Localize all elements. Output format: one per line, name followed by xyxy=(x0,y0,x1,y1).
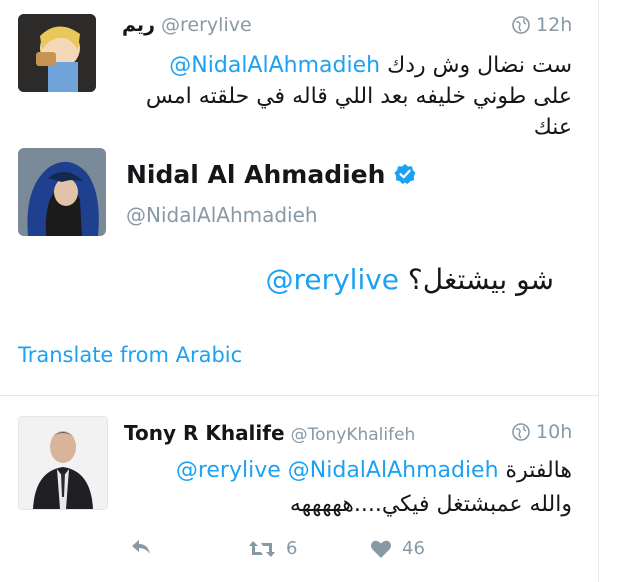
tweet1-line3: عنك xyxy=(533,115,572,140)
like-button[interactable]: 46 xyxy=(370,538,425,559)
avatar-tony[interactable] xyxy=(18,416,108,510)
globe-icon xyxy=(512,16,530,34)
translate-link[interactable]: Translate from Arabic xyxy=(18,343,242,367)
tweet3-mention-nidal[interactable]: @NidalAlAhmadieh xyxy=(288,458,499,483)
tweet2-handle[interactable]: @NidalAlAhmadieh xyxy=(126,203,318,227)
tweet1-mention[interactable]: @NidalAlAhmadieh xyxy=(169,53,380,78)
globe-icon xyxy=(512,423,530,441)
retweet-button[interactable]: 6 xyxy=(248,538,297,559)
retweet-icon xyxy=(249,540,275,557)
tweet1-name[interactable]: ريم xyxy=(122,14,155,36)
tweet3-line2: والله عمبشتغل فيكي....هههههه xyxy=(289,492,572,517)
tweet2-text-arabic: شو بيشتغل؟ xyxy=(407,263,554,296)
tweet1-time-block: 12h xyxy=(512,14,572,36)
tweet1-text: ست نضال وش ردك @NidalAlAhmadieh على طوني… xyxy=(102,50,572,143)
avatar-nidal[interactable] xyxy=(18,148,106,236)
tweet3-text: هالفترة @NidalAlAhmadieh @rerylive والله… xyxy=(112,454,572,522)
like-count: 46 xyxy=(402,538,425,559)
tweet1-handle[interactable]: @rerylive xyxy=(161,14,252,36)
tweet1-line2: على طوني خليفه بعد اللي قاله في حلقته ام… xyxy=(145,84,572,109)
avatar-reem[interactable] xyxy=(18,14,96,92)
retweet-count: 6 xyxy=(286,538,298,559)
tweet3-time-block: 10h xyxy=(512,421,572,443)
tweet3-name[interactable]: Tony R Khalife xyxy=(124,421,285,445)
verified-badge-icon xyxy=(394,164,416,184)
tweet3-time[interactable]: 10h xyxy=(536,421,572,443)
tweet3-header: Tony R Khalife @TonyKhalifeh xyxy=(124,421,415,445)
tweet3-mention-rerylive[interactable]: @rerylive xyxy=(176,458,281,483)
divider xyxy=(0,395,598,396)
tweet2-text: شو بيشتغل؟ @rerylive xyxy=(265,263,554,296)
tweet-thread: ريم @rerylive 12h ست نضال وش ردك @NidalA… xyxy=(0,0,599,582)
tweet3-line1-text: هالفترة xyxy=(505,458,572,483)
tweet2-name[interactable]: Nidal Al Ahmadieh xyxy=(126,160,385,189)
tweet3-handle[interactable]: @TonyKhalifeh xyxy=(291,425,416,445)
tweet3-line1: هالفترة @NidalAlAhmadieh @rerylive xyxy=(112,454,572,488)
tweet1-line1-text: ست نضال وش ردك xyxy=(387,53,572,78)
tweet1-time[interactable]: 12h xyxy=(536,14,572,36)
reply-button[interactable] xyxy=(130,538,152,556)
reply-icon xyxy=(132,540,150,554)
heart-icon xyxy=(371,540,391,558)
tweet1-line1: ست نضال وش ردك @NidalAlAhmadieh xyxy=(102,50,572,81)
tweet1-header: ريم @rerylive xyxy=(122,14,252,36)
tweet2-mention[interactable]: @rerylive xyxy=(265,263,399,296)
tweet2-name-row: Nidal Al Ahmadieh xyxy=(126,160,416,189)
